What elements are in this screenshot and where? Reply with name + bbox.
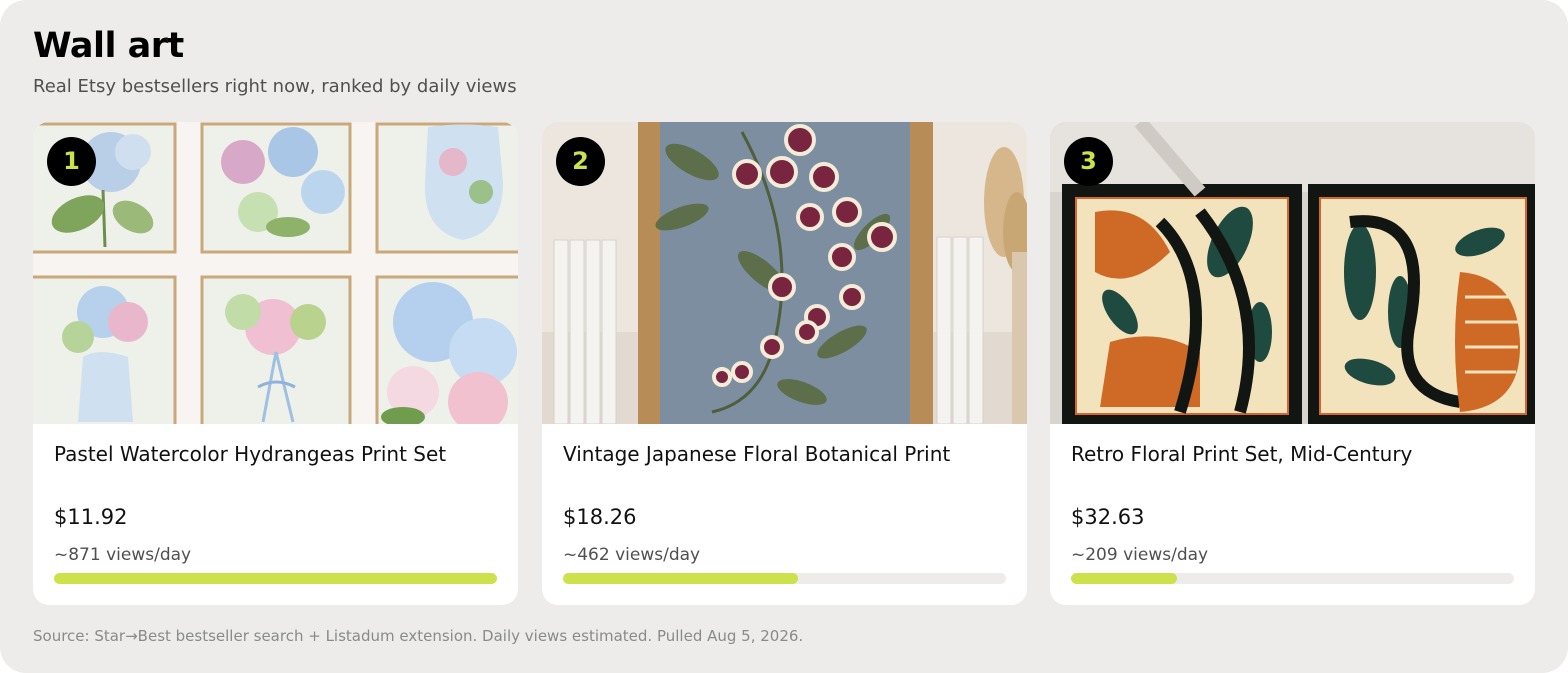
product-name-2[interactable]: Vintage Japanese Floral Botanical Print: [563, 442, 1008, 466]
rank-badge-1: 1: [47, 137, 96, 186]
views-bar-fill-3: [1071, 573, 1178, 584]
product-views-2: ~462 views/day: [563, 545, 701, 565]
rank-badge-2: 2: [556, 137, 605, 186]
product-image-2[interactable]: 2: [542, 122, 1027, 424]
wall-art-panel: Wall art Real Etsy bestsellers right now…: [0, 0, 1568, 673]
rank-badge-3: 3: [1064, 137, 1113, 186]
views-bar-3: [1071, 573, 1514, 584]
source-note: Source: Star→Best bestseller search + Li…: [33, 627, 804, 645]
product-price-2: $18.26: [563, 505, 637, 529]
product-price-1: $11.92: [54, 505, 128, 529]
product-card-2[interactable]: 2 Vintage Japanese Floral Botanical Prin…: [542, 122, 1027, 605]
product-card-3[interactable]: 3 Retro Floral Print Set, Mid-Century $3…: [1050, 122, 1535, 605]
product-image-1[interactable]: 1: [33, 122, 518, 424]
views-bar-1: [54, 573, 497, 584]
product-price-3: $32.63: [1071, 505, 1145, 529]
views-bar-fill-2: [563, 573, 798, 584]
product-views-3: ~209 views/day: [1071, 545, 1209, 565]
views-bar-fill-1: [54, 573, 497, 584]
product-card-1[interactable]: 1 Pastel Watercolor Hydrangeas Print Set…: [33, 122, 518, 605]
product-views-1: ~871 views/day: [54, 545, 192, 565]
product-image-3[interactable]: 3: [1050, 122, 1535, 424]
product-name-3[interactable]: Retro Floral Print Set, Mid-Century: [1071, 442, 1516, 466]
product-name-1[interactable]: Pastel Watercolor Hydrangeas Print Set: [54, 442, 499, 466]
views-bar-2: [563, 573, 1006, 584]
page-title: Wall art: [33, 26, 184, 66]
page-subtitle: Real Etsy bestsellers right now, ranked …: [33, 76, 517, 97]
